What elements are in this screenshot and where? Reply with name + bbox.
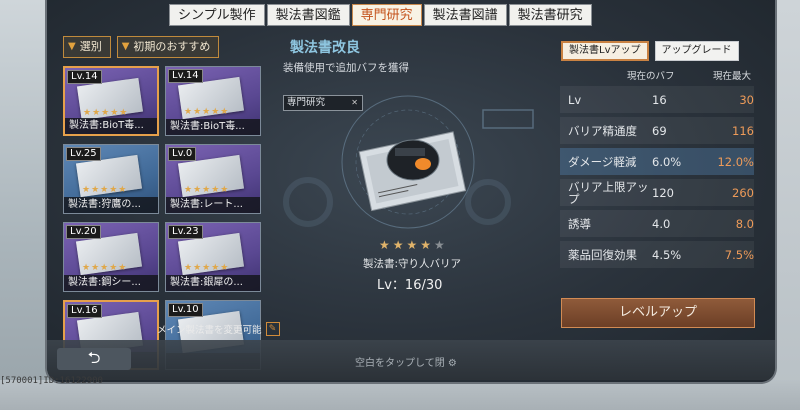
card-level: Lv.20 [66, 225, 101, 239]
card-level: Lv.23 [168, 225, 203, 239]
card-level: Lv.14 [168, 69, 203, 83]
card-name: 製法書:狩鷹の... [64, 197, 158, 213]
recipe-card[interactable]: Lv.25 ★★★★★ 製法書:狩鷹の... [63, 144, 159, 214]
card-level: Lv.16 [67, 304, 102, 318]
stat-current: 69 [652, 123, 667, 138]
card-level: Lv.14 [67, 70, 102, 84]
recommend-filter-label: 初期のおすすめ [133, 40, 211, 53]
stat-row[interactable]: バリア上限アップ 120 260 [560, 179, 754, 206]
card-stars: ★★★★★ [184, 185, 230, 195]
close-icon[interactable]: ✕ [351, 96, 358, 110]
recipe-item-art [283, 95, 534, 229]
recipe-card[interactable]: Lv.23 ★★★★★ 製法書:銀犀の... [165, 222, 261, 292]
item-name: 製法書:守り人バリア [363, 258, 462, 270]
player-id: [570001]ID:16122900 [0, 376, 103, 386]
card-name: 製法書:鋼シー... [64, 275, 158, 291]
stat-label: 薬品回復効果 [568, 247, 637, 262]
select-filter-button[interactable]: ▼ 選別 [63, 36, 111, 58]
gear-icon: ⚙ [447, 358, 457, 369]
tab-recipe-catalog[interactable]: 製法書図鑑 [266, 4, 350, 26]
recipe-card[interactable]: Lv.20 ★★★★★ 製法書:鋼シー... [63, 222, 159, 292]
header-current-max: 現在最大 [713, 71, 752, 82]
stat-current: 120 [652, 185, 674, 200]
card-level: Lv.25 [66, 147, 101, 161]
stat-current: 16 [652, 92, 667, 107]
empty-star: ★ [434, 238, 448, 252]
stat-current: 6.0% [652, 154, 682, 169]
level-up-button[interactable]: レベルアップ [561, 298, 755, 328]
filled-stars: ★★★★ [379, 238, 435, 252]
stat-row[interactable]: Lv 16 30 [560, 86, 754, 113]
research-type-tag[interactable]: 専門研究 ✕ [283, 95, 363, 111]
header-current-buff: 現在のバフ [627, 71, 675, 82]
center-subtitle: 装備使用で追加バフを獲得 [283, 62, 409, 74]
stat-row[interactable]: 薬品回復効果 4.5% 7.5% [560, 241, 754, 268]
stat-max: 30 [739, 92, 754, 107]
bottom-bar: ⮌ 空白をタップして閉 ⚙ [47, 340, 775, 380]
card-name: 製法書:銀犀の... [166, 275, 260, 291]
stat-max: 116 [732, 123, 754, 138]
change-main-recipe-note: メイン製法書を変更可能 ✎ [157, 322, 280, 336]
center-title: 製法書改良 [290, 40, 360, 56]
card-name: 製法書:レート... [166, 197, 260, 213]
tab-recipe-research[interactable]: 製法書研究 [508, 4, 592, 26]
item-level: Lv：16/30 [377, 278, 443, 293]
stat-label: バリア精通度 [568, 123, 637, 138]
recipe-card[interactable]: Lv.14 ★★★★★ 製法書:BioT毒... [165, 66, 261, 136]
background-right [775, 0, 800, 410]
stat-current: 4.5% [652, 247, 682, 262]
stat-label: バリア上限アップ [568, 179, 649, 206]
card-stars: ★★★★★ [82, 185, 128, 195]
stat-max: 7.5% [724, 247, 754, 262]
stat-list[interactable]: Lv 16 30 バリア精通度 69 116 ダメージ軽減 6.0% 12.0% バリア上限アップ… [560, 86, 754, 272]
tab-recipe-levelup[interactable]: 製法書Lvアップ [561, 41, 649, 61]
armor-helmet-icon [386, 139, 440, 181]
stat-current: 4.0 [652, 216, 671, 231]
stat-label: Lv [568, 92, 582, 107]
dropdown-triangle-icon: ▼ [121, 41, 130, 52]
card-name: 製法書:BioT毒... [166, 119, 260, 135]
tap-close-text: 空白をタップして閉 [355, 358, 445, 369]
research-type-label: 専門研究 [287, 97, 326, 108]
stat-row[interactable]: 誘導 4.0 8.0 [560, 210, 754, 237]
stat-max: 12.0% [717, 154, 754, 169]
stat-row[interactable]: ダメージ軽減 6.0% 12.0% [560, 148, 754, 175]
change-note-text: メイン製法書を変更可能 [157, 325, 262, 336]
filter-row: ▼ 選別 ▼ 初期のおすすめ [63, 36, 220, 58]
card-stars: ★★★★★ [82, 263, 128, 273]
stat-label: 誘導 [568, 216, 591, 231]
stat-label: ダメージ軽減 [568, 154, 637, 169]
tab-simple-craft[interactable]: シンプル製作 [169, 4, 265, 26]
card-name: 製法書:BioT毒... [65, 118, 157, 134]
background-left [0, 0, 50, 410]
edit-recipe-icon[interactable]: ✎ [265, 322, 280, 336]
recipe-card[interactable]: Lv.14 ★★★★★ 製法書:BioT毒... [63, 66, 159, 136]
select-filter-label: 選別 [79, 40, 102, 53]
card-level: Lv.0 [168, 147, 197, 161]
top-tabs: シンプル製作 製法書図鑑 専門研究 製法書図譜 製法書研究 [169, 4, 592, 26]
tab-upgrade[interactable]: アップグレード [654, 41, 739, 61]
tab-specialist-research[interactable]: 専門研究 [351, 4, 422, 26]
stat-row[interactable]: バリア精通度 69 116 [560, 117, 754, 144]
tab-recipe-chart[interactable]: 製法書図譜 [423, 4, 507, 26]
card-stars: ★★★★★ [184, 263, 230, 273]
recipe-card[interactable]: Lv.0 ★★★★★ 製法書:レート... [165, 144, 261, 214]
item-star-rating: ★★★★★ [379, 238, 448, 252]
stat-max: 8.0 [735, 216, 754, 231]
tap-to-close-hint[interactable]: 空白をタップして閉 ⚙ [355, 354, 457, 369]
research-panel: シンプル製作 製法書図鑑 専門研究 製法書図譜 製法書研究 ▼ 選別 ▼ 初期の… [45, 0, 777, 384]
dropdown-triangle-icon: ▼ [68, 41, 76, 52]
recommend-filter-button[interactable]: ▼ 初期のおすすめ [116, 36, 220, 58]
card-stars: ★★★★★ [184, 107, 230, 117]
stats-header: 現在のバフ 現在最大 [627, 68, 751, 82]
right-tabs: 製法書Lvアップ アップグレード [561, 41, 739, 61]
stat-max: 260 [732, 185, 754, 200]
back-button[interactable]: ⮌ [57, 348, 131, 370]
card-level: Lv.10 [168, 303, 203, 317]
card-stars: ★★★★★ [83, 108, 129, 118]
background-bottom [0, 380, 800, 410]
